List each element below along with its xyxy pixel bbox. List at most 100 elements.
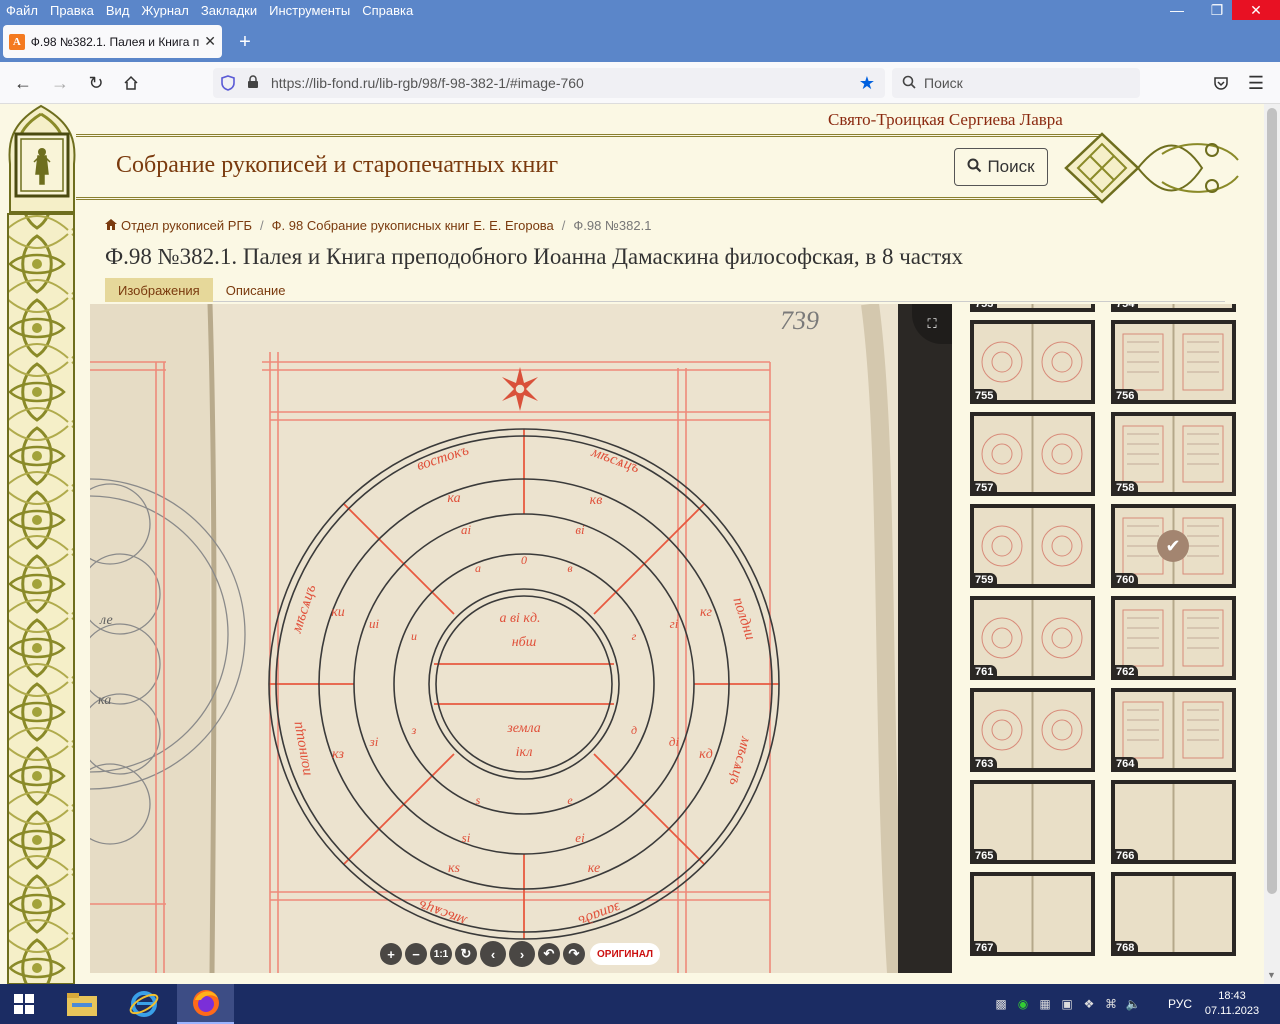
tracking-shield-icon[interactable]	[221, 75, 237, 91]
svg-text:гі: гі	[670, 616, 679, 631]
svg-text:еі: еі	[575, 830, 585, 845]
url-text[interactable]: https://lib-fond.ru/lib-rgb/98/f-98-382-…	[271, 75, 584, 91]
original-button[interactable]: ОРИГИНАЛ	[590, 943, 661, 965]
scrollbar-thumb[interactable]	[1267, 108, 1277, 894]
tab-description[interactable]: Описание	[213, 278, 299, 302]
thumbnail-754[interactable]: 754	[1111, 304, 1236, 312]
svg-text:ле: ле	[99, 613, 113, 628]
svg-text:ке: ке	[588, 861, 600, 876]
svg-text:кг: кг	[700, 605, 713, 620]
thumbnail-759[interactable]: 759	[970, 504, 1095, 588]
home-icon	[105, 218, 117, 233]
firefox-icon[interactable]	[177, 984, 234, 1024]
next-page-button[interactable]: ›	[509, 941, 535, 967]
thumbnail-756[interactable]: 756	[1111, 320, 1236, 404]
menu-file[interactable]: Файл	[0, 3, 44, 18]
tab-close-icon[interactable]: ✕	[204, 33, 216, 50]
green-status-icon[interactable]: ◉	[1012, 984, 1034, 1024]
wifi-icon[interactable]: ⌘	[1100, 984, 1122, 1024]
pocket-icon[interactable]	[1208, 71, 1234, 95]
svg-text:а: а	[475, 561, 481, 575]
menu-history[interactable]: Журнал	[135, 3, 194, 18]
thumbnail-764[interactable]: 764	[1111, 688, 1236, 772]
scroll-down-icon[interactable]: ▼	[1267, 970, 1276, 980]
thumbnail-765[interactable]: 765	[970, 780, 1095, 864]
page-scrollbar[interactable]: ▼	[1264, 104, 1280, 984]
zoom-out-button[interactable]: −	[405, 943, 427, 965]
browser-tab[interactable]: А Ф.98 №382.1. Палея и Книга преподобног…	[3, 25, 222, 58]
lock-icon[interactable]	[247, 74, 261, 92]
breadcrumb-item-rgb[interactable]: Отдел рукописей РГБ	[121, 218, 252, 233]
thumbnail-number: 761	[972, 665, 998, 678]
file-explorer-icon[interactable]	[56, 984, 108, 1024]
menu-bookmarks[interactable]: Закладки	[195, 3, 263, 18]
site-search-button[interactable]: Поиск	[954, 148, 1048, 186]
thumbnail-757[interactable]: 757	[970, 412, 1095, 496]
menu-help[interactable]: Справка	[356, 3, 419, 18]
manuscript-image[interactable]: востокъ мѣсѧцъ полдни мѣсѧцъ западъ мѣсѧ…	[90, 304, 898, 973]
close-window-button[interactable]: ✕	[1232, 0, 1280, 20]
clock[interactable]: 18:43 07.11.2023	[1200, 989, 1264, 1019]
site-title[interactable]: Собрание рукописей и старопечатных книг	[116, 152, 558, 179]
speaker-icon[interactable]: 🔈	[1122, 984, 1144, 1024]
forward-arrow-icon[interactable]: →	[47, 71, 73, 95]
thumbnail-number: 764	[1113, 757, 1139, 770]
image-viewer[interactable]: востокъ мѣсѧцъ полдни мѣсѧцъ западъ мѣсѧ…	[90, 304, 952, 973]
thumbnail-753[interactable]: 753	[970, 304, 1095, 312]
menu-tools[interactable]: Инструменты	[263, 3, 356, 18]
thumbnail-number: 756	[1113, 389, 1139, 402]
svg-text:ка: ка	[447, 491, 460, 506]
url-bar[interactable]: https://lib-fond.ru/lib-rgb/98/f-98-382-…	[213, 68, 885, 98]
breadcrumb-current: Ф.98 №382.1	[573, 218, 652, 233]
thumbnail-763[interactable]: 763	[970, 688, 1095, 772]
restore-button[interactable]: ❐	[1200, 0, 1234, 20]
thumbnail-766[interactable]: 766	[1111, 780, 1236, 864]
home-icon[interactable]	[118, 71, 144, 95]
svg-text:кѕ: кѕ	[448, 861, 461, 876]
tools-icon[interactable]: ❖	[1078, 984, 1100, 1024]
rotate-left-icon[interactable]: ↶	[538, 943, 560, 965]
zoom-in-button[interactable]: +	[380, 943, 402, 965]
breadcrumb-separator: /	[260, 218, 264, 233]
app-tray-icon[interactable]: ▦	[1034, 984, 1056, 1024]
nav-bar: ← → ↻ https://lib-fond.ru/lib-rgb/98/f-9…	[0, 62, 1280, 104]
fullscreen-icon[interactable]: ⛶	[912, 304, 952, 344]
thumbnail-number: 755	[972, 389, 998, 402]
thumbnail-panel: 753 754 755 756 757 758 759 760 ✔ 761 762 763 764 765…	[965, 304, 1245, 973]
rotate-right-icon[interactable]: ↷	[563, 943, 585, 965]
breadcrumb-item-fond[interactable]: Ф. 98 Собрание рукописных книг Е. Е. Его…	[272, 218, 554, 233]
thumbnail-761[interactable]: 761	[970, 596, 1095, 680]
thumbnail-762[interactable]: 762	[1111, 596, 1236, 680]
svg-text:е: е	[567, 793, 573, 807]
lavra-link[interactable]: Свято-Троицкая Сергиева Лавра	[828, 110, 1063, 130]
selected-check-icon: ✔	[1157, 530, 1189, 562]
thumbnail-760[interactable]: 760 ✔	[1111, 504, 1236, 588]
thumbnail-767[interactable]: 767	[970, 872, 1095, 956]
actual-size-button[interactable]: 1:1	[430, 943, 452, 965]
search-icon	[967, 158, 982, 177]
start-button[interactable]	[0, 984, 48, 1024]
menu-bar: Файл Правка Вид Журнал Закладки Инструме…	[0, 0, 1280, 20]
thumbnail-758[interactable]: 758	[1111, 412, 1236, 496]
input-language[interactable]: РУС	[1168, 984, 1192, 1024]
thumbnail-768[interactable]: 768	[1111, 872, 1236, 956]
svg-text:ка: ка	[98, 693, 111, 708]
menu-view[interactable]: Вид	[100, 3, 136, 18]
new-tab-plus-icon[interactable]: +	[233, 30, 257, 54]
network-drive-icon[interactable]: ▩	[990, 984, 1012, 1024]
reset-view-icon[interactable]: ↻	[455, 943, 477, 965]
svg-text:иі: иі	[369, 616, 380, 631]
back-arrow-icon[interactable]: ←	[10, 71, 36, 95]
browser-search-bar[interactable]: Поиск	[892, 68, 1140, 98]
security-icon[interactable]: ▣	[1056, 984, 1078, 1024]
thumbnail-755[interactable]: 755	[970, 320, 1095, 404]
thumbnail-number: 759	[972, 573, 998, 586]
minimize-button[interactable]: —	[1160, 0, 1194, 20]
internet-explorer-icon[interactable]	[118, 984, 170, 1024]
bookmark-star-icon[interactable]: ★	[859, 73, 875, 94]
reload-icon[interactable]: ↻	[83, 71, 109, 95]
menu-edit[interactable]: Правка	[44, 3, 100, 18]
previous-page-button[interactable]: ‹	[480, 941, 506, 967]
tab-images[interactable]: Изображения	[105, 278, 213, 302]
hamburger-menu-icon[interactable]: ☰	[1243, 71, 1269, 95]
